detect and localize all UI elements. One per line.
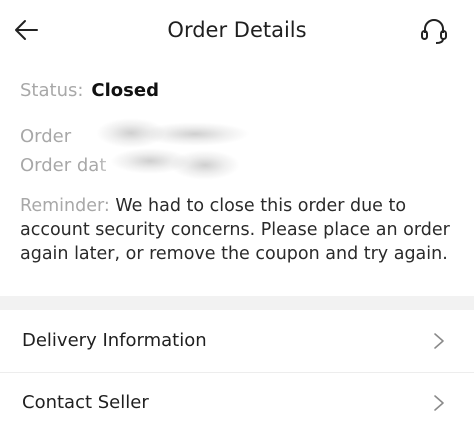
redaction-smudge <box>170 150 240 180</box>
contact-seller-label: Contact Seller <box>22 392 149 413</box>
delivery-information-row[interactable]: Delivery Information <box>0 312 474 370</box>
status-value: Closed <box>91 80 159 101</box>
chevron-right-icon <box>434 395 444 411</box>
customer-support-button[interactable] <box>416 12 452 50</box>
order-status: Status: Closed <box>20 80 159 101</box>
reminder-message: Reminder: We had to close this order due… <box>20 194 460 266</box>
order-date-label: Order dat <box>20 155 107 176</box>
section-divider <box>0 296 474 310</box>
contact-seller-row[interactable]: Contact Seller <box>0 374 474 432</box>
order-number-label: Order <box>20 126 72 147</box>
row-divider <box>0 372 474 373</box>
chevron-right-icon <box>434 333 444 349</box>
status-label: Status: <box>20 80 84 101</box>
delivery-information-label: Delivery Information <box>22 330 207 351</box>
order-number-row: Order <box>20 126 71 147</box>
reminder-label: Reminder: <box>20 196 110 216</box>
top-bar: Order Details <box>0 0 474 64</box>
headset-icon <box>421 19 447 44</box>
page-title: Order Details <box>167 18 307 42</box>
redaction-smudge <box>140 122 250 146</box>
order-date-row: Order dat <box>20 155 106 176</box>
